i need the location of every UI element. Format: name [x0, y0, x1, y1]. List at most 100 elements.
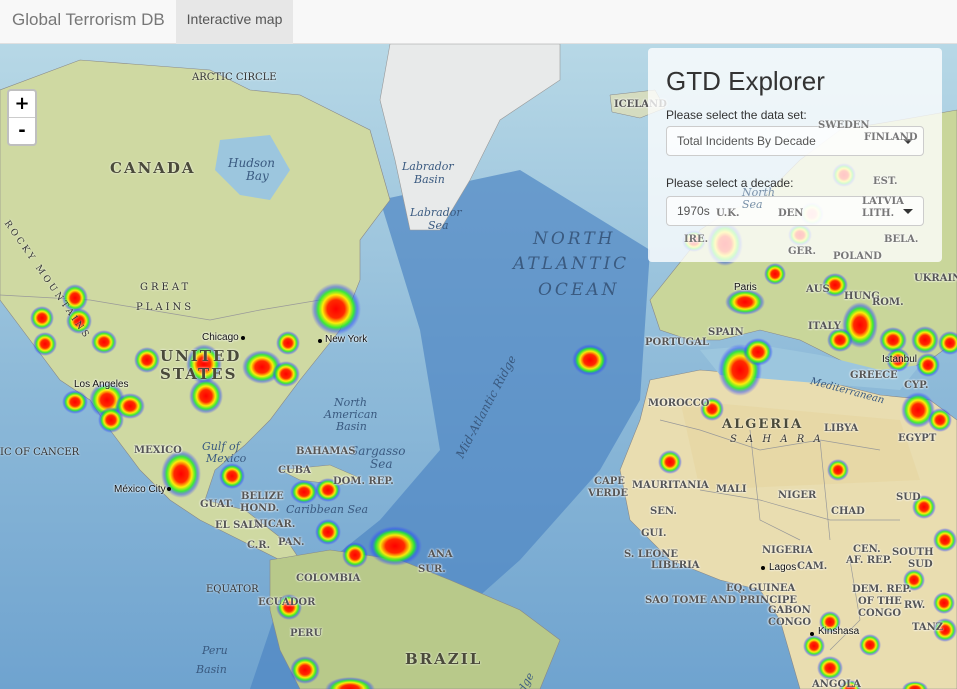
label-south-sudan-2: SUD — [908, 559, 933, 570]
label-gabon: GABON — [768, 605, 811, 616]
label-algeria: ALGERIA — [722, 417, 804, 432]
label-cyp: CYP. — [904, 380, 929, 391]
label-rom: ROM. — [872, 297, 904, 308]
label-cen: CEN. — [853, 544, 881, 555]
app-brand[interactable]: Global Terrorism DB — [12, 0, 165, 44]
label-angola: ANGOLA — [812, 679, 861, 689]
label-uk: U.K. — [716, 208, 740, 219]
label-ocean: OCEAN — [538, 280, 620, 300]
label-cr: C.R. — [247, 540, 271, 551]
label-cam: CAM. — [797, 561, 828, 572]
zoom-out-button[interactable]: - — [9, 118, 35, 144]
label-cape: CAPE — [594, 476, 625, 487]
label-peru: PERU — [290, 628, 323, 639]
label-mauritania: MAURITANIA — [632, 480, 709, 491]
label-drc-congo: CONGO — [858, 608, 902, 619]
label-arctic-circle: ARCTIC CIRCLE — [192, 72, 277, 83]
label-morocco: MOROCCO — [648, 398, 710, 409]
label-peru-basin: Peru — [202, 644, 228, 657]
label-north: NORTH — [533, 229, 616, 249]
label-ukraine: UKRAIN — [914, 273, 957, 284]
label-paris: Paris — [734, 282, 757, 293]
label-plains: PLAINS — [136, 302, 195, 313]
label-colombia: COLOMBIA — [296, 573, 361, 584]
decade-select-value: 1970s — [677, 204, 710, 218]
label-great: GREAT — [140, 282, 192, 293]
label-s-leone: S. LEONE — [624, 549, 678, 560]
label-mexico-gulf: Mexico — [206, 452, 247, 465]
label-niger: NIGER — [778, 490, 817, 501]
label-nicar: NICAR. — [254, 519, 296, 530]
label-mexico-city: México City — [114, 484, 166, 495]
label-ecuador: ECUADOR — [258, 597, 316, 608]
label-dem-rep: DEM. REP. — [852, 584, 912, 595]
label-chad: CHAD — [831, 506, 865, 517]
label-guyana: ANA — [428, 549, 453, 560]
label-north-sea-2: Sea — [742, 198, 763, 211]
label-ire: IRE. — [684, 234, 709, 245]
label-tanz: TANZ — [912, 622, 944, 633]
label-italy: ITALY — [808, 321, 841, 332]
label-north-american-basin-3: Basin — [336, 420, 367, 433]
gtd-explorer-panel: SWEDEN FINLAND North Sea EST. LATVIA LIT… — [648, 48, 942, 262]
label-bela: BELA. — [884, 234, 919, 245]
label-labrador-basin-2: Basin — [414, 173, 445, 186]
label-labrador-sea: Labrador — [410, 206, 462, 219]
label-hudson: Hudson — [228, 156, 275, 170]
label-ger: GER. — [788, 246, 816, 257]
label-egypt: EGYPT — [898, 433, 937, 444]
label-greece: GREECE — [850, 370, 898, 381]
label-guat: GUAT. — [200, 499, 234, 510]
label-belize: BELIZE — [241, 491, 284, 502]
label-equator: EQUATOR — [206, 584, 259, 595]
label-new-york: New York — [325, 334, 368, 345]
label-aus: AUS — [806, 284, 830, 295]
label-sen: SEN. — [650, 506, 677, 517]
label-states: STATES — [160, 365, 238, 383]
label-istanbul: Istanbul — [882, 354, 918, 365]
label-bahamas: BAHAMAS — [296, 446, 356, 457]
label-tropic-of-cancer: IC OF CANCER — [0, 447, 80, 458]
label-sahara: S A H A R A — [730, 434, 824, 445]
tab-interactive-map[interactable]: Interactive map — [176, 0, 293, 44]
label-gui: GUI. — [641, 528, 667, 539]
label-south-sudan: SOUTH — [892, 547, 934, 558]
zoom-control: + - — [7, 89, 37, 146]
label-rw: RW. — [904, 600, 926, 611]
label-labrador-sea-2: Sea — [428, 219, 449, 232]
label-chicago: Chicago — [202, 332, 239, 343]
label-brazil: BRAZIL — [405, 650, 483, 668]
navbar: Global Terrorism DB Interactive map — [0, 0, 957, 44]
dataset-select-value: Total Incidents By Decade — [677, 134, 816, 148]
label-finland: FINLAND — [864, 132, 918, 143]
label-liberia: LIBERIA — [651, 560, 700, 571]
label-sargasso: Sargasso — [350, 444, 406, 458]
label-sweden: SWEDEN — [818, 120, 870, 131]
label-caribbean-sea: Caribbean Sea — [286, 503, 369, 516]
label-latvia: LATVIA — [862, 196, 904, 207]
dataset-label: Please select the data set: — [666, 108, 807, 122]
label-mexico: MEXICO — [134, 445, 182, 456]
zoom-in-button[interactable]: + — [9, 91, 35, 118]
label-nigeria: NIGERIA — [762, 545, 813, 556]
label-united: UNITED — [160, 347, 242, 365]
label-bay: Bay — [246, 169, 269, 183]
label-pan: PAN. — [278, 537, 305, 548]
label-mali: MALI — [716, 484, 747, 495]
chevron-down-icon — [903, 209, 913, 214]
label-suriname: SUR. — [418, 564, 446, 575]
label-af-rep: AF. REP. — [846, 555, 893, 566]
label-poland: POLAND — [833, 251, 882, 262]
label-los-angeles: Los Angeles — [74, 379, 129, 390]
label-sudan: SUD — [896, 492, 921, 503]
label-peru-basin-2: Basin — [196, 663, 227, 676]
label-libya: LIBYA — [824, 423, 859, 434]
label-cuba: CUBA — [278, 465, 311, 476]
label-lagos: Lagos — [769, 562, 797, 573]
panel-title: GTD Explorer — [666, 66, 825, 96]
label-eq-guinea: EQ. GUINEA — [726, 583, 796, 594]
label-congo: CONGO — [768, 617, 812, 628]
label-hond: HOND. — [240, 503, 280, 514]
label-portugal: PORTUGAL — [645, 337, 709, 348]
label-est: EST. — [873, 176, 898, 187]
